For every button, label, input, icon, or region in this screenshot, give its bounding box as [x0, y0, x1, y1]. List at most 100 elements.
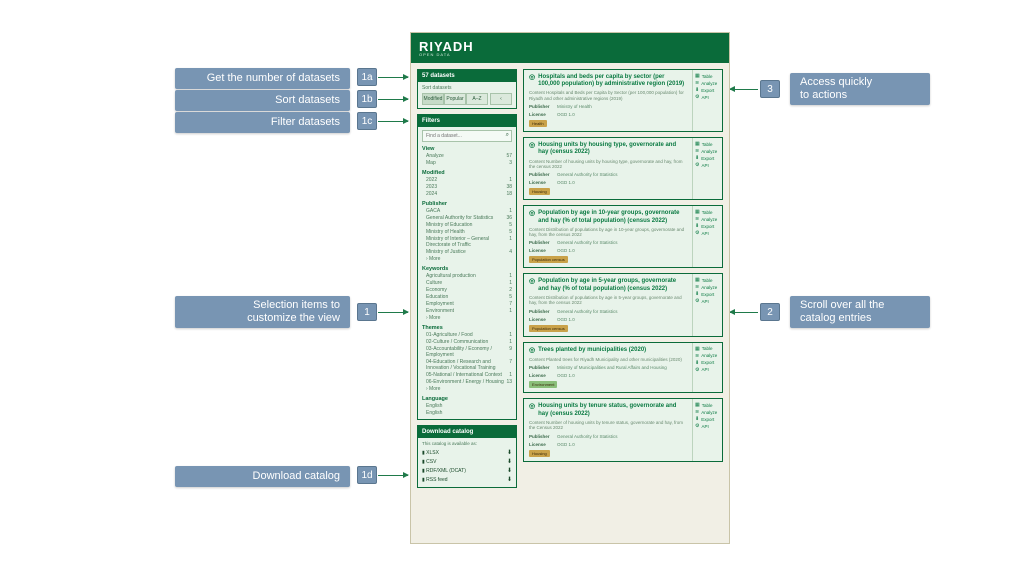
facet-item[interactable]: Economy2	[422, 286, 512, 293]
meta-publisher: Ministry of Health	[557, 104, 592, 109]
facet-item[interactable]: 202418	[422, 190, 512, 197]
chart-icon: ≋	[695, 353, 699, 359]
export-icon: ⬇	[695, 87, 699, 93]
action-table[interactable]: ▦Table	[695, 277, 720, 283]
action-analyze[interactable]: ≋Analyze	[695, 353, 720, 359]
facet-item[interactable]: Ministry of Interior – General Directora…	[422, 235, 512, 248]
facet-item[interactable]: 02-Culture / Communication1	[422, 338, 512, 345]
action-api[interactable]: ⚙API	[695, 367, 720, 373]
logo[interactable]: RIYADH OPEN DATA	[419, 40, 474, 57]
dataset-card[interactable]: ◎Population by age in 5-year groups, gov…	[523, 273, 723, 336]
callout-download: Download catalog	[175, 466, 350, 487]
action-export[interactable]: ⬇Export	[695, 87, 720, 93]
sort-pager[interactable]: ‹	[490, 93, 512, 105]
action-table[interactable]: ▦Table	[695, 402, 720, 408]
facet-item[interactable]: 06-Environment / Energy / Housing13	[422, 378, 512, 385]
dataset-tag[interactable]: Housing	[529, 450, 550, 457]
facet-item[interactable]: 202338	[422, 183, 512, 190]
dataset-tag[interactable]: Population census	[529, 256, 568, 263]
facet-item[interactable]: English	[422, 402, 512, 409]
facet-item[interactable]: Ministry of Justice4	[422, 248, 512, 255]
facet-item[interactable]: Culture1	[422, 279, 512, 286]
badge-1: 1	[357, 303, 377, 321]
facet-item[interactable]: Employment7	[422, 300, 512, 307]
topbar: RIYADH OPEN DATA	[411, 33, 729, 63]
action-export[interactable]: ⬇Export	[695, 223, 720, 229]
search-icon[interactable]: ⌕	[506, 132, 509, 139]
download-format[interactable]: ▮ RDF/XML (DCAT)⬇	[422, 466, 512, 475]
facet-item[interactable]: Ministry of Education5	[422, 221, 512, 228]
dataset-tag[interactable]: Environment	[529, 381, 557, 388]
facet-item[interactable]: › More	[422, 385, 512, 392]
arrow-3	[730, 89, 758, 90]
download-format[interactable]: ▮ RSS feed⬇	[422, 475, 512, 484]
callout-actions: Access quickly to actions	[790, 73, 930, 105]
arrow-1b	[378, 99, 408, 100]
facet-item[interactable]: Agricultural production1	[422, 272, 512, 279]
action-export[interactable]: ⬇Export	[695, 360, 720, 366]
dataset-list[interactable]: ◎Hospitals and beds per capita by sector…	[523, 69, 723, 488]
dataset-card[interactable]: ◎Trees planted by municipalities (2020)C…	[523, 342, 723, 394]
download-icon: ⬇	[507, 467, 512, 474]
action-api[interactable]: ⚙API	[695, 94, 720, 100]
facet-item[interactable]: Analyze57	[422, 152, 512, 159]
download-format[interactable]: ▮ XLSX⬇	[422, 448, 512, 457]
action-api[interactable]: ⚙API	[695, 423, 720, 429]
facet-item[interactable]: › More	[422, 314, 512, 321]
facet-item[interactable]: 20221	[422, 176, 512, 183]
facet-item[interactable]: 04-Education / Research and Innovation /…	[422, 358, 512, 371]
action-analyze[interactable]: ≋Analyze	[695, 148, 720, 154]
action-export[interactable]: ⬇Export	[695, 291, 720, 297]
count-panel: 57 datasets Sort datasets Modified Popul…	[417, 69, 517, 109]
action-export[interactable]: ⬇Export	[695, 155, 720, 161]
action-analyze[interactable]: ≋Analyze	[695, 80, 720, 86]
dataset-card[interactable]: ◎Housing units by housing type, governor…	[523, 137, 723, 200]
dataset-tag[interactable]: Health	[529, 120, 547, 127]
meta-license-label: License	[529, 442, 551, 447]
facet-item[interactable]: Map3	[422, 159, 512, 166]
facet-item[interactable]: General Authority for Statistics36	[422, 214, 512, 221]
dataset-card[interactable]: ◎Population by age in 10-year groups, go…	[523, 205, 723, 268]
meta-publisher-label: Publisher	[529, 172, 551, 177]
export-icon: ⬇	[695, 155, 699, 161]
sort-label: Sort datasets	[422, 85, 512, 91]
sort-az[interactable]: A–Z	[466, 93, 488, 105]
action-table[interactable]: ▦Table	[695, 346, 720, 352]
action-table[interactable]: ▦Table	[695, 73, 720, 79]
chart-icon: ≋	[695, 216, 699, 222]
facet-item[interactable]: 03-Accountability / Economy / Employment…	[422, 345, 512, 358]
dataset-tag[interactable]: Housing	[529, 188, 550, 195]
facet-item[interactable]: English	[422, 409, 512, 416]
action-table[interactable]: ▦Table	[695, 209, 720, 215]
download-intro: This catalog is available as:	[422, 441, 512, 446]
facet-item[interactable]: 05-National / International Context1	[422, 371, 512, 378]
facet-item[interactable]: Ministry of Health5	[422, 228, 512, 235]
search-input[interactable]	[422, 130, 512, 142]
meta-publisher-label: Publisher	[529, 309, 551, 314]
facet-item[interactable]: 01-Agriculture / Food1	[422, 331, 512, 338]
card-actions: ▦Table≋Analyze⬇Export⚙API	[692, 274, 722, 335]
dataset-tag[interactable]: Population census	[529, 325, 568, 332]
action-api[interactable]: ⚙API	[695, 298, 720, 304]
facet-item[interactable]: Education5	[422, 293, 512, 300]
facet-item[interactable]: Environment1	[422, 307, 512, 314]
action-analyze[interactable]: ≋Analyze	[695, 216, 720, 222]
action-table[interactable]: ▦Table	[695, 141, 720, 147]
action-api[interactable]: ⚙API	[695, 162, 720, 168]
export-icon: ⬇	[695, 360, 699, 366]
facet-item[interactable]: GACA1	[422, 207, 512, 214]
facet-item[interactable]: › More	[422, 255, 512, 262]
dataset-card[interactable]: ◎Hospitals and beds per capita by sector…	[523, 69, 723, 132]
dataset-card[interactable]: ◎Housing units by tenure status, governo…	[523, 398, 723, 461]
card-actions: ▦Table≋Analyze⬇Export⚙API	[692, 399, 722, 460]
action-api[interactable]: ⚙API	[695, 230, 720, 236]
badge-1d: 1d	[357, 466, 377, 484]
gear-icon: ⚙	[695, 230, 699, 236]
sort-popular[interactable]: Popular	[444, 93, 466, 105]
action-export[interactable]: ⬇Export	[695, 416, 720, 422]
sort-modified[interactable]: Modified	[422, 93, 444, 105]
action-analyze[interactable]: ≋Analyze	[695, 284, 720, 290]
meta-license: OGD 1.0	[557, 180, 575, 185]
download-format[interactable]: ▮ CSV⬇	[422, 457, 512, 466]
action-analyze[interactable]: ≋Analyze	[695, 409, 720, 415]
